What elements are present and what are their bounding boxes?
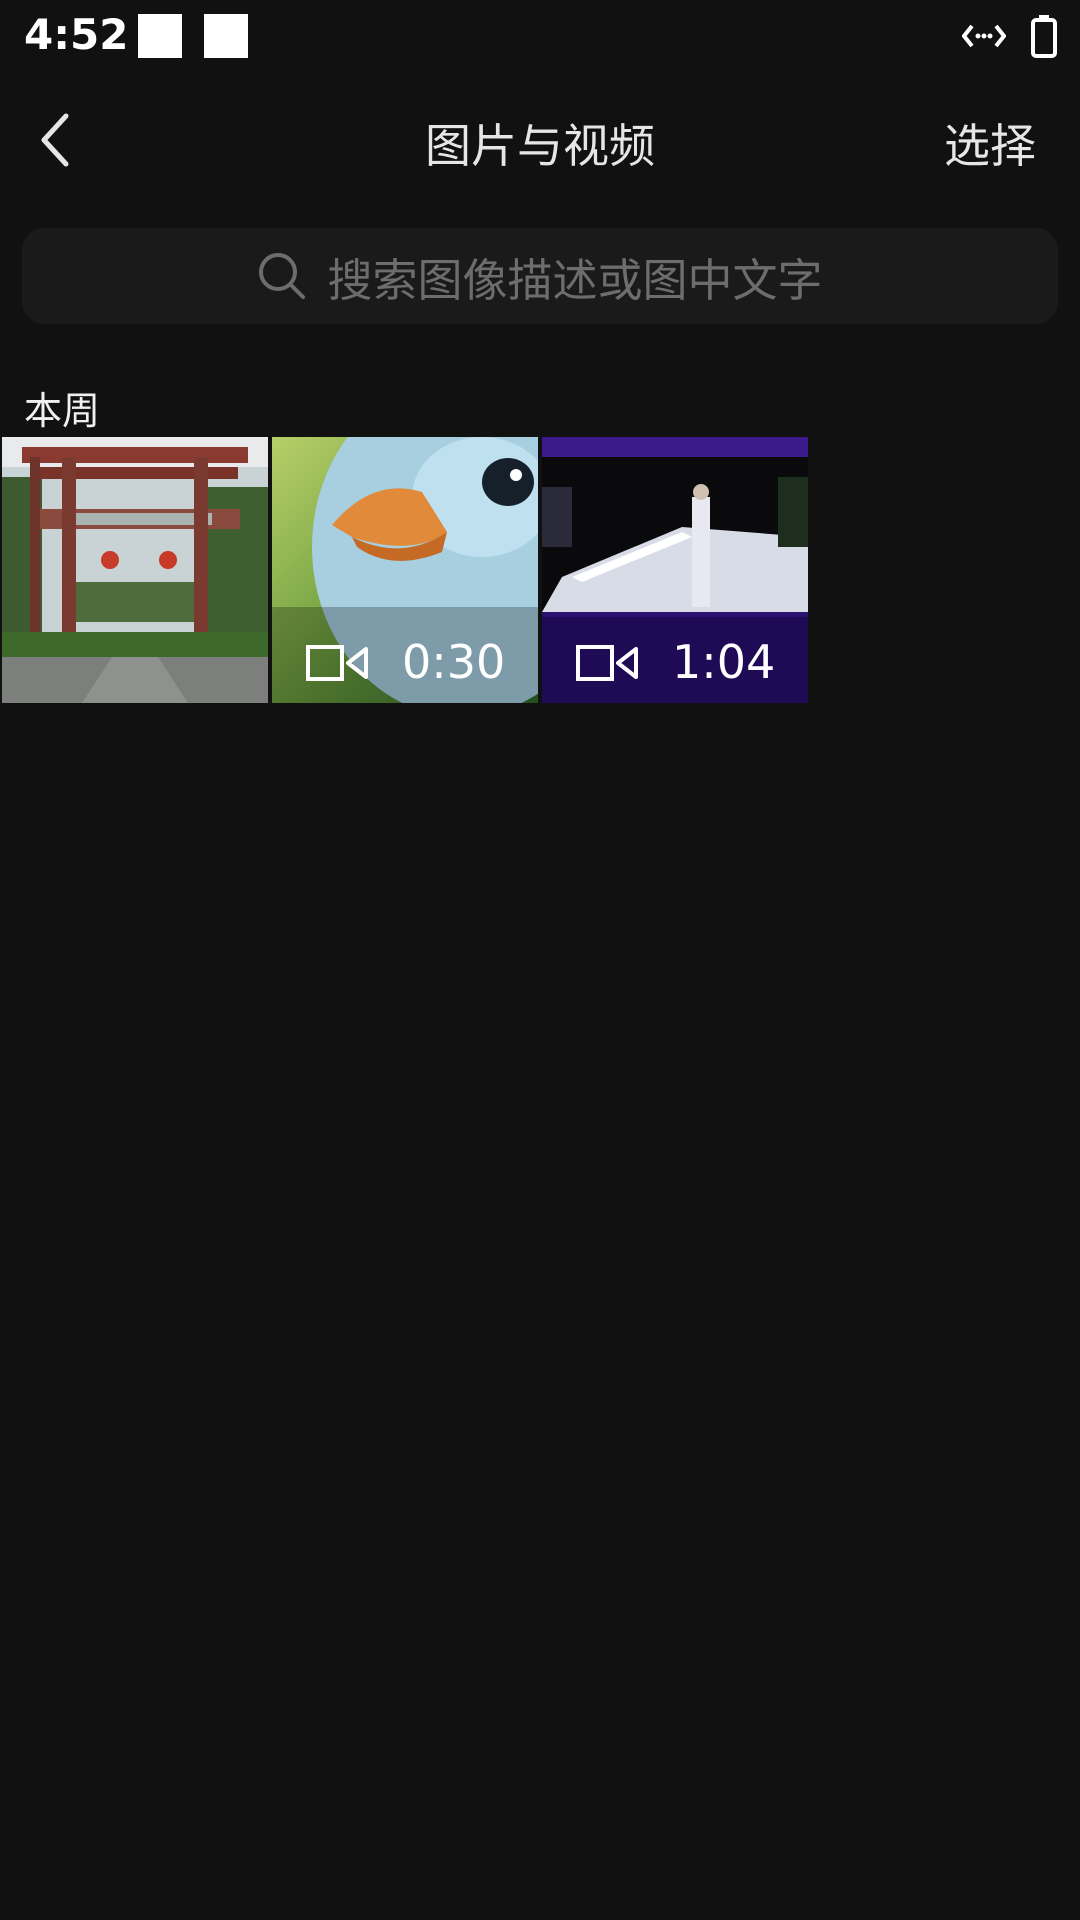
data-transfer-icon [962, 24, 1006, 48]
title-bar: 图片与视频 选择 [0, 90, 1080, 190]
status-time: 4:52 [24, 10, 129, 59]
media-thumbnail[interactable] [2, 437, 268, 703]
notification-icon [138, 14, 182, 58]
video-camera-icon [306, 645, 368, 681]
page-title: 图片与视频 [425, 119, 655, 173]
section-header: 本周 [24, 389, 101, 433]
video-duration: 0:30 [402, 635, 506, 689]
notification-icon [204, 14, 248, 58]
search-placeholder: 搜索图像描述或图中文字 [327, 253, 823, 307]
status-bar: 4:52 [0, 0, 1080, 76]
select-button[interactable]: 选择 [944, 110, 1036, 176]
video-duration: 1:04 [672, 635, 776, 689]
battery-icon [1031, 15, 1057, 58]
search-icon [259, 253, 306, 299]
media-thumbnail[interactable]: 0:30 [272, 437, 538, 703]
search-bar[interactable]: 搜索图像描述或图中文字 [22, 228, 1058, 324]
media-thumbnail[interactable]: 1:04 [542, 437, 808, 703]
video-camera-icon [576, 645, 638, 681]
gate-photo [2, 437, 268, 703]
